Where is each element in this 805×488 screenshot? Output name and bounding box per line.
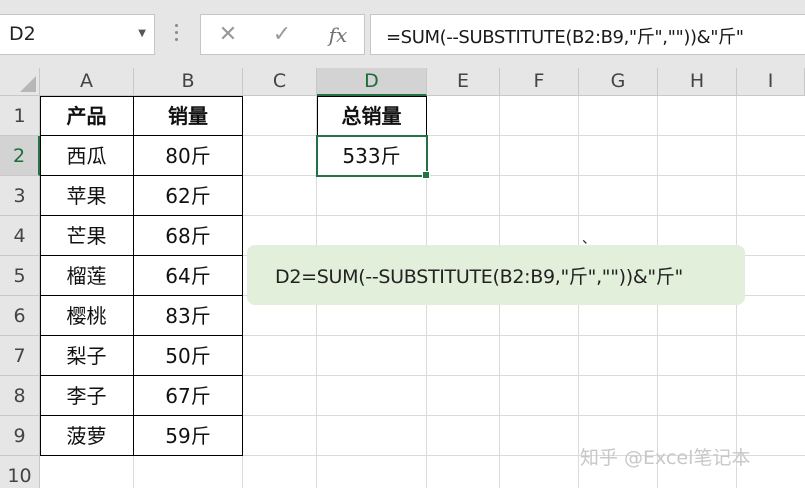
drag-handle-icon[interactable] — [173, 20, 179, 50]
formula-callout: D2=SUM(--SUBSTITUTE(B2:B9,"斤",""))&"斤" — [247, 245, 745, 305]
cell-a1[interactable]: 产品 — [40, 96, 134, 136]
select-all-button[interactable] — [0, 68, 40, 96]
active-cell-selection — [316, 135, 428, 177]
cell-b6[interactable]: 83斤 — [134, 296, 243, 336]
cell-a5[interactable]: 榴莲 — [40, 256, 134, 296]
row-header-1[interactable]: 1 — [0, 96, 40, 136]
cell-d1[interactable]: 总销量 — [317, 96, 427, 136]
cell-b2[interactable]: 80斤 — [134, 136, 243, 176]
name-box-value: D2 — [9, 23, 36, 45]
column-header-h[interactable]: H — [658, 68, 737, 96]
spreadsheet-grid: A B C D E F G H I 1 2 3 4 5 6 7 8 9 10 产… — [0, 68, 805, 488]
excel-window: D2 ▼ ✕ ✓ fx =SUM(--SUBSTITUTE(B2:B9,"斤",… — [0, 0, 805, 488]
row-header-8[interactable]: 8 — [0, 376, 40, 416]
cell-b9[interactable]: 59斤 — [134, 416, 243, 456]
row-header-2[interactable]: 2 — [0, 136, 40, 176]
column-header-d[interactable]: D — [317, 68, 427, 96]
row-header-10[interactable]: 10 — [0, 456, 40, 488]
callout-text: D2=SUM(--SUBSTITUTE(B2:B9,"斤",""))&"斤" — [275, 266, 684, 288]
cell-a2[interactable]: 西瓜 — [40, 136, 134, 176]
name-box[interactable]: D2 ▼ — [0, 14, 155, 55]
formula-text: =SUM(--SUBSTITUTE(B2:B9,"斤",""))&"斤" — [386, 27, 744, 48]
row-header-5[interactable]: 5 — [0, 256, 40, 296]
check-icon[interactable]: ✓ — [265, 20, 299, 50]
cell-a3[interactable]: 苹果 — [40, 176, 134, 216]
cell-a6[interactable]: 樱桃 — [40, 296, 134, 336]
column-header-f[interactable]: F — [500, 68, 579, 96]
column-header-b[interactable]: B — [134, 68, 243, 96]
column-header-g[interactable]: G — [579, 68, 658, 96]
caret-down-icon[interactable]: ▼ — [138, 28, 146, 39]
cell-b1[interactable]: 销量 — [134, 96, 243, 136]
cell-b5[interactable]: 64斤 — [134, 256, 243, 296]
cell-a9[interactable]: 菠萝 — [40, 416, 134, 456]
column-header-i[interactable]: I — [737, 68, 805, 96]
column-header-e[interactable]: E — [427, 68, 500, 96]
insert-function-button[interactable]: fx — [321, 20, 355, 50]
column-header-c[interactable]: C — [243, 68, 317, 96]
stray-mark: 、 — [582, 231, 596, 247]
cell-a7[interactable]: 梨子 — [40, 336, 134, 376]
formula-buttons: ✕ ✓ fx — [200, 14, 365, 55]
watermark: 知乎 @Excel笔记本 — [580, 447, 751, 469]
formula-bar-area: D2 ▼ ✕ ✓ fx =SUM(--SUBSTITUTE(B2:B9,"斤",… — [0, 0, 805, 68]
row-header-9[interactable]: 9 — [0, 416, 40, 456]
select-all-triangle-icon — [20, 76, 36, 92]
row-header-3[interactable]: 3 — [0, 176, 40, 216]
fill-handle[interactable] — [422, 171, 430, 179]
formula-input[interactable]: =SUM(--SUBSTITUTE(B2:B9,"斤",""))&"斤" — [370, 14, 805, 55]
cross-icon[interactable]: ✕ — [211, 20, 245, 50]
column-header-a[interactable]: A — [40, 68, 134, 96]
cell-a8[interactable]: 李子 — [40, 376, 134, 416]
cell-a4[interactable]: 芒果 — [40, 216, 134, 256]
row-header-4[interactable]: 4 — [0, 216, 40, 256]
row-header-7[interactable]: 7 — [0, 336, 40, 376]
cell-b7[interactable]: 50斤 — [134, 336, 243, 376]
cell-b8[interactable]: 67斤 — [134, 376, 243, 416]
row-header-6[interactable]: 6 — [0, 296, 40, 336]
cell-b4[interactable]: 68斤 — [134, 216, 243, 256]
cell-b3[interactable]: 62斤 — [134, 176, 243, 216]
